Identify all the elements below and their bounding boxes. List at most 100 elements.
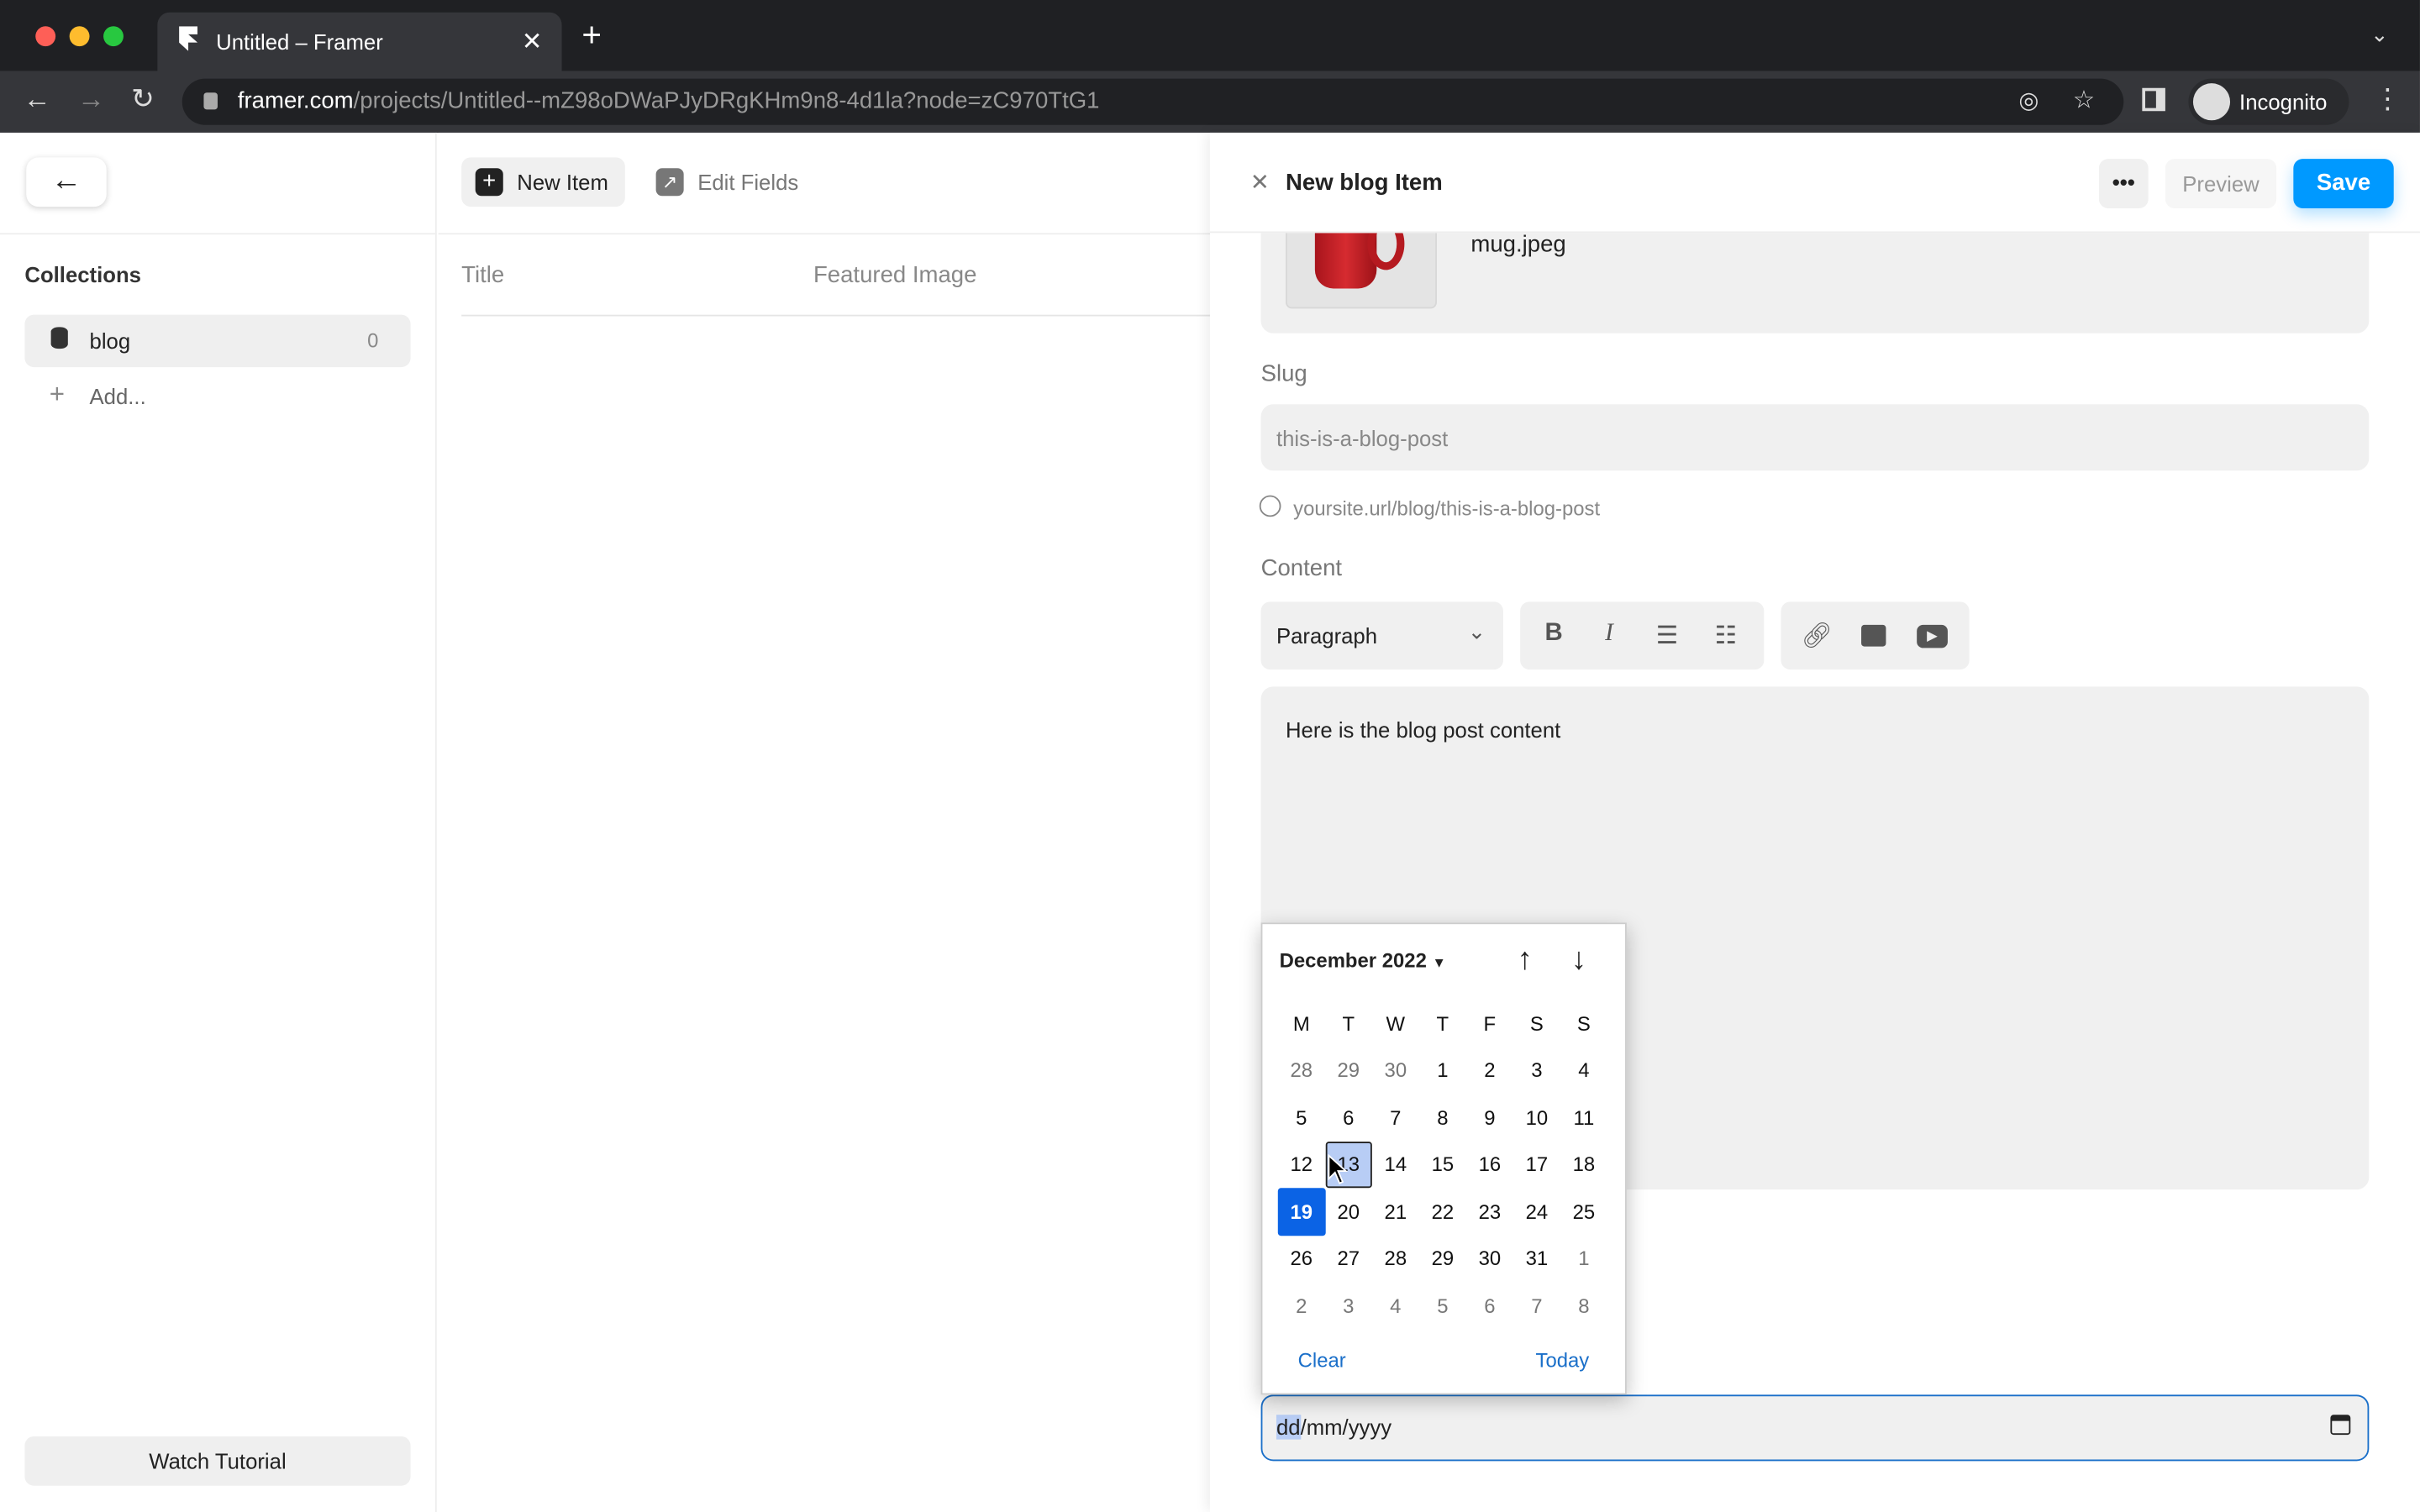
bullet-list-icon[interactable]: ☰ (1656, 620, 1678, 651)
globe-icon (1259, 495, 1281, 517)
ellipsis-icon: ••• (2112, 170, 2135, 195)
bold-icon[interactable]: B (1545, 620, 1563, 648)
edit-fields-button[interactable]: ↗ Edit Fields (651, 157, 821, 207)
video-icon[interactable]: ▶ (1917, 624, 1948, 648)
calendar-day[interactable]: 20 (1325, 1188, 1372, 1235)
calendar-day[interactable]: 3 (1513, 1047, 1560, 1094)
calendar-day[interactable]: 6 (1325, 1094, 1372, 1141)
date-input[interactable]: dd/mm/yyyy (1260, 1394, 2370, 1462)
calendar-day[interactable]: 27 (1325, 1235, 1372, 1282)
calendar-day[interactable]: 28 (1278, 1047, 1325, 1094)
new-item-label: New Item (517, 170, 608, 195)
tab-search-chevron-icon[interactable]: ⌄ (2370, 22, 2389, 48)
paragraph-select[interactable]: Paragraph ⌄ (1260, 601, 1503, 670)
previous-month-arrow-up-icon[interactable]: ↑ (1517, 942, 1532, 978)
paragraph-select-value: Paragraph (1276, 623, 1378, 648)
side-panel-icon[interactable] (2142, 87, 2165, 112)
calendar-day[interactable]: 26 (1278, 1235, 1325, 1282)
forward-icon[interactable]: → (77, 83, 105, 116)
weekday-header: F (1483, 1011, 1497, 1035)
calendar-day[interactable]: 5 (1419, 1282, 1466, 1329)
calendar-day[interactable]: 25 (1560, 1188, 1607, 1235)
calendar-day[interactable]: 31 (1513, 1235, 1560, 1282)
weekday-header: M (1292, 1011, 1310, 1035)
star-icon[interactable]: ☆ (2073, 85, 2095, 116)
calendar-day[interactable]: 9 (1466, 1094, 1513, 1141)
calendar-day[interactable]: 16 (1466, 1141, 1513, 1188)
calendar-day[interactable]: 11 (1560, 1094, 1607, 1141)
calendar-day[interactable]: 21 (1372, 1188, 1419, 1235)
calendar-day[interactable]: 7 (1372, 1094, 1419, 1141)
new-tab-icon[interactable]: + (581, 18, 602, 52)
date-rest-segment[interactable]: /mm/yyyy (1301, 1415, 1392, 1439)
calendar-day[interactable]: 2 (1278, 1282, 1325, 1329)
calendar-day[interactable]: 29 (1325, 1047, 1372, 1094)
calendar-day[interactable]: 30 (1466, 1235, 1513, 1282)
format-toolbar: B I ☰ ☷ (1520, 601, 1765, 670)
watch-tutorial-button[interactable]: Watch Tutorial (24, 1436, 411, 1486)
back-button[interactable]: ← (26, 157, 107, 207)
close-window-button[interactable] (35, 26, 56, 47)
close-tab-icon[interactable]: ✕ (522, 26, 543, 57)
more-options-button[interactable]: ••• (2098, 159, 2149, 208)
calendar-day[interactable]: 29 (1419, 1235, 1466, 1282)
calendar-day[interactable]: 5 (1278, 1094, 1325, 1141)
sidebar-item-blog[interactable]: blog 0 (24, 314, 411, 368)
browser-tab[interactable]: Untitled – Framer ✕ (157, 12, 562, 71)
url-input[interactable]: framer.com/projects/Untitled--mZ98oDWaPJ… (182, 78, 2124, 125)
calendar-icon[interactable] (2330, 1415, 2351, 1436)
add-collection-button[interactable]: + Add... (46, 380, 278, 413)
calendar-day[interactable]: 6 (1466, 1282, 1513, 1329)
weekday-header: W (1386, 1011, 1406, 1035)
calendar-day[interactable]: 24 (1513, 1188, 1560, 1235)
calendar-day[interactable]: 4 (1560, 1047, 1607, 1094)
calendar-day[interactable]: 3 (1325, 1282, 1372, 1329)
date-day-segment[interactable]: dd (1276, 1415, 1301, 1440)
calendar-day[interactable]: 8 (1560, 1282, 1607, 1329)
calendar-day[interactable]: 1 (1419, 1047, 1466, 1094)
today-button[interactable]: Today (1536, 1348, 1590, 1372)
month-year-select[interactable]: December 2022 ▼ (1280, 949, 1446, 973)
calendar-day[interactable]: 15 (1419, 1141, 1466, 1188)
column-header-featured-image[interactable]: Featured Image (813, 262, 977, 288)
calendar-day[interactable]: 12 (1278, 1141, 1325, 1188)
italic-icon[interactable]: I (1605, 620, 1613, 648)
eye-off-icon[interactable]: ◎ (2018, 87, 2039, 114)
calendar-day[interactable]: 4 (1372, 1282, 1419, 1329)
maximize-window-button[interactable] (103, 26, 124, 47)
new-item-button[interactable]: + New Item (461, 157, 625, 207)
framer-logo-icon (179, 26, 198, 51)
edit-fields-label: Edit Fields (697, 170, 799, 195)
url-preview: yoursite.url/blog/this-is-a-blog-post (1293, 496, 1601, 520)
clear-button[interactable]: Clear (1298, 1348, 1346, 1372)
calendar-day[interactable]: 14 (1372, 1141, 1419, 1188)
save-button[interactable]: Save (2293, 159, 2394, 208)
calendar-day[interactable]: 8 (1419, 1094, 1466, 1141)
calendar-day[interactable]: 19 (1277, 1188, 1325, 1236)
calendar-day[interactable]: 10 (1513, 1094, 1560, 1141)
calendar-day[interactable]: 2 (1466, 1047, 1513, 1094)
calendar-day[interactable]: 23 (1466, 1188, 1513, 1235)
calendar-day[interactable]: 17 (1513, 1141, 1560, 1188)
calendar-day[interactable]: 7 (1513, 1282, 1560, 1329)
back-icon[interactable]: ← (24, 83, 51, 116)
slug-input[interactable]: this-is-a-blog-post (1260, 404, 2370, 471)
link-icon[interactable]: 🔗︎ (1801, 620, 1832, 651)
image-icon[interactable] (1861, 624, 1886, 647)
calendar-day[interactable]: 1 (1560, 1235, 1607, 1282)
caret-down-icon: ▼ (1432, 954, 1446, 971)
calendar-day[interactable]: 30 (1372, 1047, 1419, 1094)
browser-menu-icon[interactable]: ⋮ (2374, 83, 2402, 116)
numbered-list-icon[interactable]: ☷ (1715, 620, 1737, 651)
calendar-day[interactable]: 18 (1560, 1141, 1607, 1188)
minimize-window-button[interactable] (69, 26, 90, 47)
reload-icon[interactable]: ↻ (131, 83, 155, 116)
preview-button[interactable]: Preview (2165, 159, 2277, 208)
close-icon[interactable]: ✕ (1250, 168, 1270, 196)
next-month-arrow-down-icon[interactable]: ↓ (1571, 942, 1586, 978)
divider (438, 233, 1210, 235)
calendar-day[interactable]: 28 (1372, 1235, 1419, 1282)
incognito-profile-button[interactable]: Incognito (2188, 78, 2349, 125)
column-header-title[interactable]: Title (461, 262, 504, 288)
calendar-day[interactable]: 22 (1419, 1188, 1466, 1235)
